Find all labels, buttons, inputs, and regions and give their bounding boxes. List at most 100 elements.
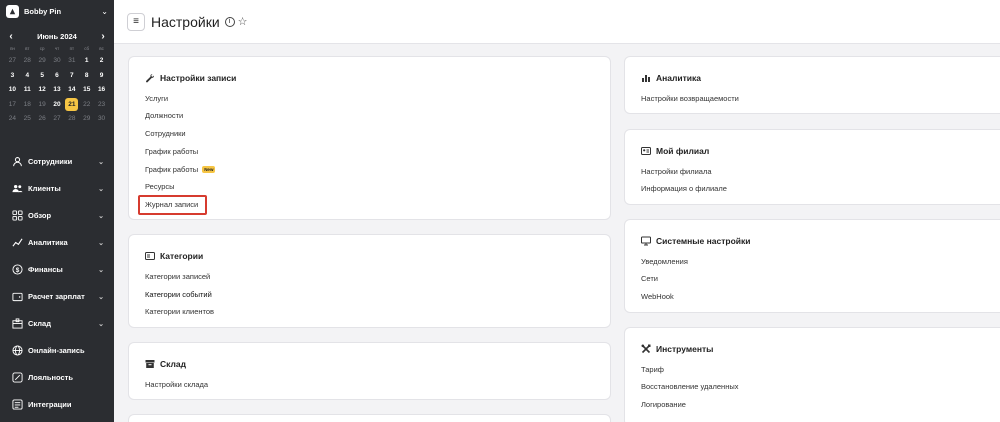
link-record-categories[interactable]: Категории записей [145,272,210,281]
calendar-day[interactable]: 20 [50,98,65,113]
sidebar-item[interactable]: Онлайн-запись [0,337,114,364]
calendar-day[interactable]: 12 [35,83,50,98]
card-system: Системные настройки Уведомления Сети Web… [624,219,1000,313]
calendar-day-label: 29 [83,115,91,122]
calendar-day[interactable]: 24 [5,112,20,127]
calendar-day[interactable]: 9 [94,69,109,84]
link-restore-deleted[interactable]: Восстановление удаленных [641,382,738,391]
calendar-day[interactable]: 27 [50,112,65,127]
next-month-button[interactable]: › [97,31,109,42]
calendar-day[interactable]: 2 [94,54,109,69]
archive-icon [145,359,155,369]
calendar-day[interactable]: 17 [5,98,20,113]
calendar-day[interactable]: 28 [64,112,79,127]
sidebar-item[interactable]: Сотрудники ⌄ [0,148,114,175]
calendar-day-label: 20 [53,100,61,108]
link-positions[interactable]: Должности [145,111,183,120]
link-networks[interactable]: Сети [641,274,658,283]
info-icon[interactable]: i [224,16,235,27]
calendar-day-label: 31 [68,57,76,64]
link-notifications[interactable]: Уведомления [641,257,688,266]
org-logo [6,4,19,18]
prev-month-button[interactable]: ‹ [5,31,17,42]
star-icon[interactable]: ☆ [238,15,248,28]
calendar-day-label: 15 [83,86,91,93]
calendar-day[interactable]: 23 [94,98,109,113]
chevron-down-icon: ⌄ [98,185,104,193]
link-branch-info[interactable]: Информация о филиале [641,184,727,193]
sidebar-item[interactable]: Склад ⌄ [0,310,114,337]
calendar-day[interactable]: 14 [64,83,79,98]
calendar-day[interactable]: 27 [5,54,20,69]
link-resources[interactable]: Ресурсы [145,182,175,191]
calendar-day[interactable]: 30 [50,54,65,69]
calendar-day-label: 4 [25,71,30,79]
calendar-day[interactable]: 18 [20,98,35,113]
calendar-day[interactable]: 3 [5,69,20,84]
sidebar-item[interactable]: Интеграции [0,391,114,418]
calendar-day[interactable]: 10 [5,83,20,98]
link-branch-settings[interactable]: Настройки филиала [641,167,712,176]
calendar-day[interactable]: 7 [64,69,79,84]
calendar-day[interactable]: 26 [35,112,50,127]
link-warehouse-settings[interactable]: Настройки склада [145,380,208,389]
calendar-day[interactable]: 8 [79,69,94,84]
calendar-day[interactable]: 5 [35,69,50,84]
card-analytics: Аналитика Настройки возвращаемости [624,56,1000,114]
calendar-month-label: Июнь 2024 [37,31,77,41]
monitor-icon [641,236,651,246]
calendar-dow: чт [54,46,60,51]
chevron-down-icon: ⌄ [98,212,104,220]
link-client-categories[interactable]: Категории клиентов [145,307,214,316]
calendar-day[interactable]: 19 [35,98,50,113]
calendar-day-label: 12 [38,86,46,93]
calendar-day[interactable]: 1 [79,54,94,69]
link-schedule-new-label: График работы [145,165,199,174]
sidebar-item-label: Расчет зарплат [28,292,85,301]
sidebar-item[interactable]: $ Финансы ⌄ [0,256,114,283]
calendar-day-today[interactable]: 21 [64,97,79,113]
calendar-day[interactable]: 29 [79,112,94,127]
user-icon [11,156,23,168]
calendar-day[interactable]: 16 [94,83,109,98]
calendar-day[interactable]: 29 [35,54,50,69]
link-webhook[interactable]: WebHook [641,292,674,301]
wrench-icon [145,73,155,83]
calendar-day[interactable]: 11 [20,83,35,98]
menu-toggle-button[interactable]: ≡ [127,12,145,31]
link-schedule-new[interactable]: График работы New [145,165,216,174]
card-title: Аналитика [641,73,701,83]
calendar-day-label: 6 [55,71,59,79]
calendar-day-label: 10 [8,86,17,93]
calendar-day-label: 24 [8,115,17,122]
sidebar-item[interactable]: Расчет зарплат ⌄ [0,283,114,310]
link-event-categories[interactable]: Категории событий [145,290,212,299]
calendar-day[interactable]: 15 [79,83,94,98]
sidebar-item[interactable]: Лояльность [0,364,114,391]
calendar-day[interactable]: 30 [94,112,109,127]
tools-icon [641,344,651,354]
link-logging[interactable]: Логирование [641,400,686,409]
sidebar-item[interactable]: Обзор ⌄ [0,202,114,229]
link-schedule[interactable]: График работы [145,147,198,156]
calendar-day[interactable]: 13 [50,83,65,98]
link-tariff[interactable]: Тариф [641,365,664,374]
sidebar-item[interactable]: Клиенты ⌄ [0,175,114,202]
link-staff[interactable]: Сотрудники [145,129,186,138]
sidebar-item[interactable]: Аналитика ⌄ [0,229,114,256]
calendar-day[interactable]: 25 [20,112,35,127]
sidebar-item-label: Склад [28,319,51,328]
chart-icon [641,73,651,83]
link-retention-settings[interactable]: Настройки возвращаемости [641,94,739,103]
org-switcher[interactable]: Bobby Pin ⌄ [0,0,114,22]
calendar-day[interactable]: 22 [79,98,94,113]
card-title: Настройки записи [145,73,236,83]
link-services[interactable]: Услуги [145,94,168,103]
calendar-day[interactable]: 28 [20,54,35,69]
chevron-down-icon: ⌄ [98,239,104,247]
calendar-day[interactable]: 6 [50,69,65,84]
link-booking-journal[interactable]: Журнал записи [145,200,198,209]
calendar-day-label: 27 [8,57,17,64]
calendar-day[interactable]: 31 [64,54,79,69]
calendar-day[interactable]: 4 [20,69,35,84]
